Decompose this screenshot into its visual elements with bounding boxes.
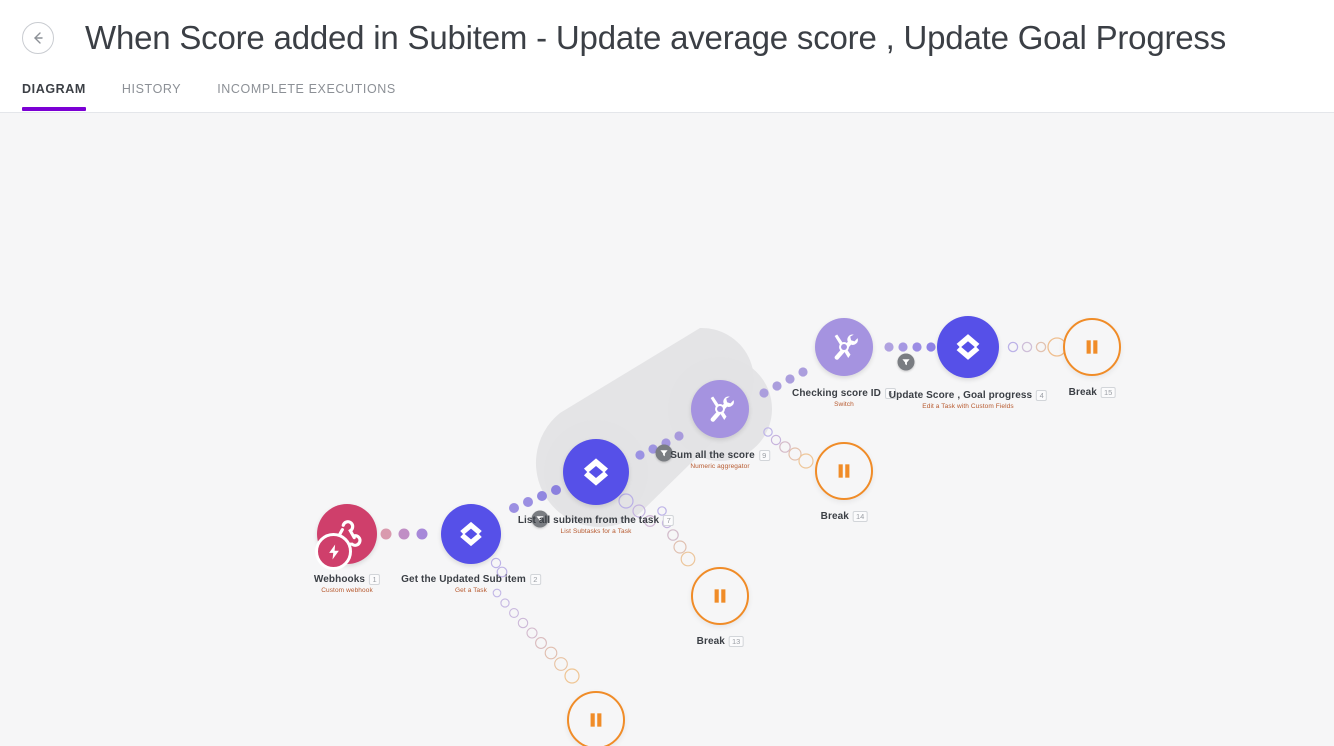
connector-get-subitem-to-list-subitem (509, 485, 561, 513)
sum-all-the-score-bubble[interactable] (691, 380, 749, 438)
instant-trigger-badge (315, 533, 352, 570)
node-badge: 9 (758, 450, 770, 461)
break-15-bubble[interactable] (1063, 318, 1121, 376)
pause-icon (838, 464, 850, 478)
get-updated-subitem-labels: Get the Updated Sub item 2 Get a Task (401, 574, 541, 594)
tools-icon (710, 396, 734, 422)
scenario-canvas[interactable]: Webhooks 1 Custom webhook Get the Update… (0, 113, 1334, 746)
list-all-subitem-labels: List all subitem from the task 7 List Su… (517, 515, 675, 535)
page-header: When Score added in Subitem - Update ave… (0, 0, 1334, 113)
update-score-goal-progress-bubble[interactable] (937, 316, 999, 378)
connector-checking-score-to-update-score (884, 342, 936, 352)
update-score-goal-progress-labels: Update Score , Goal progress 4 Edit a Ta… (888, 390, 1048, 410)
checking-score-id-bubble[interactable] (815, 318, 873, 376)
webhooks-bubble[interactable] (315, 504, 377, 570)
node-badge: 1 (369, 574, 381, 585)
break-12-bubble[interactable] (567, 691, 625, 746)
node-subtitle: Switch (834, 401, 854, 408)
node-title: Break (696, 636, 725, 647)
node-title: Update Score , Goal progress (888, 390, 1033, 401)
tools-icon (834, 334, 858, 360)
node-subtitle: Get a Task (455, 587, 487, 594)
pause-icon (714, 589, 726, 603)
node-badge: 13 (728, 636, 744, 647)
node-badge: 4 (1036, 390, 1048, 401)
tab-incomplete-executions[interactable]: INCOMPLETE EXECUTIONS (205, 82, 408, 110)
node-subtitle: List Subtasks for a Task (560, 528, 632, 535)
funnel-icon (902, 359, 910, 366)
node-title: Checking score ID (792, 388, 881, 399)
node-title: Get the Updated Sub item (401, 574, 526, 585)
node-subtitle: Edit a Task with Custom Fields (922, 403, 1014, 410)
node-subtitle: Custom webhook (321, 587, 373, 594)
list-all-subitem-bubble[interactable] (563, 439, 629, 505)
sum-all-the-score-labels: Sum all the score 9 Numeric aggregator (670, 450, 770, 470)
clickup-icon (583, 458, 609, 486)
tab-bar: DIAGRAM HISTORY INCOMPLETE EXECUTIONS (0, 62, 1334, 111)
header-top-row: When Score added in Subitem - Update ave… (0, 0, 1334, 62)
page-title: When Score added in Subitem - Update ave… (85, 19, 1227, 56)
node-title: Sum all the score (670, 450, 755, 461)
break-14-bubble[interactable] (815, 442, 873, 500)
filter-marker-icon[interactable] (897, 353, 915, 371)
break-14-labels: Break 14 (821, 511, 868, 522)
tab-history[interactable]: HISTORY (110, 82, 193, 110)
node-badge: 14 (852, 511, 868, 522)
back-arrow-icon (34, 32, 43, 44)
pause-icon (1086, 340, 1098, 354)
tab-diagram[interactable]: DIAGRAM (22, 82, 98, 111)
node-subtitle: Numeric aggregator (690, 463, 750, 470)
connector-update-score-to-break-15 (1007, 337, 1067, 357)
funnel-icon (660, 450, 668, 457)
node-title: Break (1068, 387, 1097, 398)
break-13-labels: Break 13 (697, 636, 744, 647)
pause-icon (590, 713, 602, 727)
node-title: Webhooks (313, 574, 366, 585)
back-button[interactable] (22, 22, 54, 54)
connector-list-subitem-to-break-12 (492, 588, 580, 684)
checking-score-id-labels: Checking score ID 6 Switch (792, 388, 896, 408)
node-badge: 2 (529, 574, 541, 585)
clickup-icon (460, 521, 482, 547)
connector-lines (380, 337, 1067, 684)
lightning-icon (328, 544, 339, 559)
connector-checking-score-to-break-14 (763, 427, 814, 469)
break-13-bubble[interactable] (691, 567, 749, 625)
connector-webhooks-to-get-subitem (380, 528, 428, 540)
node-badge: 7 (663, 515, 675, 526)
webhooks-labels: Webhooks 1 Custom webhook (313, 574, 381, 594)
node-title: List all subitem from the task (517, 515, 660, 526)
get-updated-subitem-bubble[interactable] (441, 504, 501, 564)
clickup-icon (956, 334, 980, 360)
break-15-labels: Break 15 (1069, 387, 1116, 398)
node-title: Break (820, 511, 849, 522)
node-badge: 15 (1100, 387, 1116, 398)
